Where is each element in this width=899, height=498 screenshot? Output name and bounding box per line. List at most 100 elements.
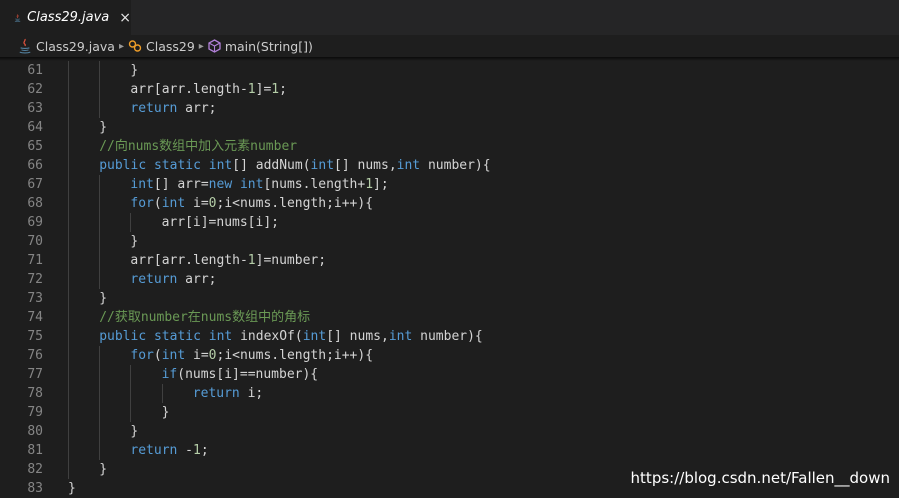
code-line[interactable]: 70} — [0, 232, 899, 251]
code-line[interactable]: 67 int[] arr=new int[nums.length+1]; — [0, 175, 899, 194]
code-token: int — [239, 177, 264, 192]
code-line[interactable]: 74 //获取number在nums数组中的角标 — [0, 308, 899, 327]
indent-guide — [99, 441, 101, 460]
code-line[interactable]: 66 public static int[] addNum(int[] nums,… — [0, 156, 899, 175]
breadcrumb-class[interactable]: Class29 — [128, 39, 195, 54]
code-text: } — [99, 118, 107, 137]
line-number: 65 — [27, 139, 43, 154]
code-token: int — [310, 158, 335, 173]
line-number: 80 — [27, 424, 43, 439]
code-token: ]= — [255, 82, 272, 97]
indent-guide — [68, 346, 69, 365]
code-line[interactable]: 77 if(nums[i]==number){ — [0, 365, 899, 384]
indent-guide — [99, 99, 101, 118]
code-token: return — [130, 101, 178, 116]
code-token: } — [99, 291, 108, 306]
code-token: //获取number在nums数组中的角标 — [99, 310, 311, 325]
indent-guide — [68, 194, 69, 213]
code-token: return — [130, 272, 178, 287]
line-number: 67 — [27, 177, 43, 192]
code-token: int — [388, 329, 413, 344]
code-token: } — [68, 481, 76, 496]
code-line[interactable]: 79} — [0, 403, 899, 422]
close-icon[interactable]: × — [119, 11, 131, 25]
indent-guide — [68, 403, 69, 422]
line-number: 62 — [27, 82, 43, 97]
tab-title: Class29.java — [27, 10, 110, 25]
indent-guide — [99, 251, 101, 270]
code-text: arr[arr.length-1]=number; — [130, 251, 326, 270]
code-token: int — [208, 158, 233, 173]
code-token: } — [130, 63, 139, 78]
indent-guide — [130, 213, 132, 232]
breadcrumb: Class29.java ▸ Class29 ▸ main(String[]) — [0, 35, 899, 57]
code-line[interactable]: 73} — [0, 289, 899, 308]
code-text: //向nums数组中加入元素number — [99, 137, 297, 156]
code-line[interactable]: 69 arr[i]=nums[i]; — [0, 213, 899, 232]
code-token: } — [99, 462, 108, 477]
code-token: 0 — [208, 196, 217, 211]
code-token: (nums[i]==number){ — [177, 367, 319, 382]
code-token: ( — [153, 196, 162, 211]
indent-guide — [68, 156, 69, 175]
chevron-right-icon: ▸ — [118, 40, 124, 52]
code-token: int — [161, 348, 186, 363]
breadcrumb-file[interactable]: Class29.java — [18, 38, 115, 54]
editor-tab[interactable]: Class29.java × — [0, 0, 131, 35]
indent-guide — [68, 289, 69, 308]
code-token: [] nums, — [326, 329, 389, 344]
code-editor[interactable]: 61} 62 arr[arr.length-1]=1; 63 return arr; 64… — [0, 61, 899, 497]
code-line[interactable]: 64} — [0, 118, 899, 137]
indent-guide — [130, 384, 132, 403]
indent-guide — [99, 61, 101, 80]
code-token: ;i<nums.length;i++){ — [216, 196, 374, 211]
code-text: } — [68, 479, 76, 498]
code-line[interactable]: 65 //向nums数组中加入元素number — [0, 137, 899, 156]
code-token: return — [192, 386, 240, 401]
code-line[interactable]: 81 return -1; — [0, 441, 899, 460]
code-line[interactable]: 68 for(int i=0;i<nums.length;i++){ — [0, 194, 899, 213]
line-number: 82 — [27, 462, 43, 477]
code-line[interactable]: 71 arr[arr.length-1]=number; — [0, 251, 899, 270]
code-text: arr[i]=nums[i]; — [162, 213, 279, 232]
tab-bar: Class29.java × — [0, 0, 899, 35]
code-token: ]; — [373, 177, 389, 192]
code-text: int[] arr=new int[nums.length+1]; — [130, 175, 388, 194]
line-number: 73 — [27, 291, 43, 306]
code-line[interactable]: 78 return i; — [0, 384, 899, 403]
class-icon — [128, 40, 142, 52]
line-number: 79 — [27, 405, 43, 420]
indent-guide — [68, 118, 69, 137]
breadcrumb-method[interactable]: main(String[]) — [208, 39, 313, 54]
code-line[interactable]: 72 return arr; — [0, 270, 899, 289]
indent-guide — [130, 365, 132, 384]
code-token: int — [302, 329, 327, 344]
code-line[interactable]: 62 arr[arr.length-1]=1; — [0, 80, 899, 99]
code-line[interactable]: 61} — [0, 61, 899, 80]
code-token: public — [99, 329, 147, 344]
code-token: static — [153, 329, 201, 344]
code-line[interactable]: 63 return arr; — [0, 99, 899, 118]
indent-guide — [99, 213, 101, 232]
code-text: public static int indexOf(int[] nums,int… — [99, 327, 483, 346]
code-line[interactable]: 76 for(int i=0;i<nums.length;i++){ — [0, 346, 899, 365]
indent-guide — [99, 365, 101, 384]
code-token: arr[i]=nums[i]; — [161, 215, 279, 230]
code-text: return -1; — [130, 441, 208, 460]
code-token: } — [130, 424, 139, 439]
code-token: - — [177, 443, 194, 458]
indent-guide — [99, 194, 101, 213]
code-text: return arr; — [130, 99, 216, 118]
code-token: ; — [279, 82, 287, 97]
code-line[interactable]: 75 public static int indexOf(int[] nums,i… — [0, 327, 899, 346]
code-text: arr[arr.length-1]=1; — [130, 80, 287, 99]
line-number: 77 — [27, 367, 43, 382]
indent-guide — [68, 251, 69, 270]
code-text: } — [130, 422, 138, 441]
code-text: } — [99, 289, 107, 308]
indent-guide — [99, 346, 101, 365]
code-line[interactable]: 80} — [0, 422, 899, 441]
